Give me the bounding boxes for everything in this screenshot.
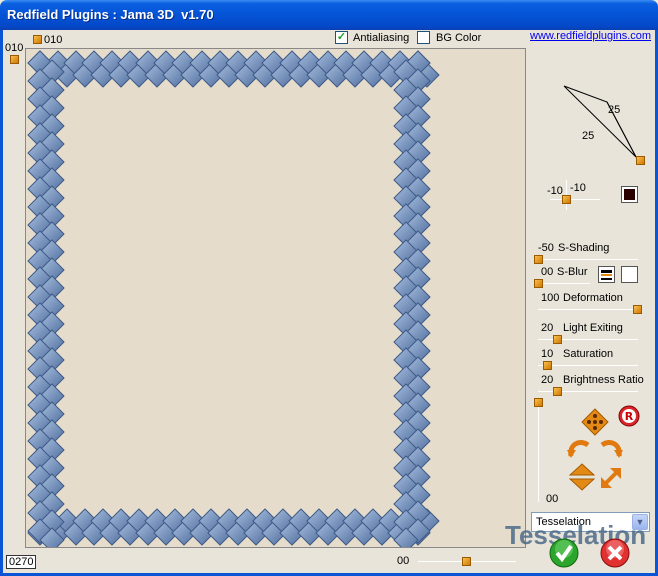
light-position-knob[interactable] — [562, 195, 571, 204]
website-link[interactable]: www.redfieldplugins.com — [530, 30, 651, 42]
light-x-value: -10 — [547, 185, 563, 197]
rotate-left-icon[interactable] — [566, 436, 594, 458]
vertical-slider-value: 00 — [546, 493, 559, 505]
blur-mode-icon[interactable] — [598, 266, 615, 283]
bottom-slider-knob[interactable] — [462, 557, 471, 566]
bg-color-checkbox[interactable] — [417, 31, 430, 44]
slider-deformation-value: 100 — [541, 292, 560, 304]
rotate-right-icon[interactable] — [596, 436, 624, 458]
blur-color-swatch[interactable] — [621, 266, 638, 283]
random-dice-icon[interactable] — [581, 408, 609, 436]
slider-brightness-ratio-knob[interactable] — [553, 387, 562, 396]
slider-s-blur-value: 00 — [541, 266, 554, 278]
slider-s-blur-label: S-Blur — [557, 266, 588, 278]
slider-deformation-track[interactable] — [538, 309, 640, 310]
slider-light-exiting-value: 20 — [541, 322, 554, 334]
slider-s-shading-knob[interactable] — [534, 255, 543, 264]
bg-color-label: BG Color — [436, 32, 482, 44]
window-frame-left — [0, 30, 3, 576]
left-offset-value: 010 — [5, 42, 24, 54]
window-title: Redfield Plugins : Jama 3D v1.70 — [7, 7, 214, 22]
slider-s-blur-track[interactable] — [538, 283, 590, 284]
vertical-slider-knob[interactable] — [534, 398, 543, 407]
slider-saturation-knob[interactable] — [543, 361, 552, 370]
bottom-slider-value: 00 — [397, 555, 410, 567]
antialiasing-checkbox[interactable]: ✓ — [335, 31, 348, 44]
light-x-track — [550, 199, 600, 200]
slider-saturation-label: Saturation — [563, 348, 614, 360]
ok-button[interactable] — [549, 538, 579, 568]
antialiasing-label: Antialiasing — [353, 32, 410, 44]
slider-s-blur-knob[interactable] — [534, 279, 543, 288]
slider-s-shading-value: -50 — [538, 242, 554, 254]
top-offset-knob[interactable] — [33, 35, 42, 44]
left-offset-knob[interactable] — [10, 55, 19, 64]
light-y-value: -10 — [570, 182, 586, 194]
geometry-side-b: 25 — [582, 130, 595, 142]
slider-s-shading-track[interactable] — [538, 259, 638, 260]
slider-deformation-knob[interactable] — [633, 305, 642, 314]
slider-brightness-ratio-label: Brightness Ratio — [563, 374, 644, 386]
cancel-button[interactable] — [600, 538, 630, 568]
slider-saturation-value: 10 — [541, 348, 554, 360]
slider-light-exiting-label: Light Exiting — [563, 322, 623, 334]
vertical-slider-track[interactable] — [538, 402, 539, 502]
svg-text:R: R — [625, 410, 634, 423]
slider-deformation-label: Deformation — [563, 292, 623, 304]
slider-light-exiting-knob[interactable] — [553, 335, 562, 344]
resize-diagonal-icon[interactable] — [599, 466, 623, 490]
light-color-swatch[interactable] — [621, 186, 638, 203]
top-offset-value: 010 — [44, 34, 63, 46]
bottom-left-value: 0270 — [6, 555, 37, 569]
slider-s-shading-label: S-Shading — [558, 242, 610, 254]
reset-icon[interactable]: R — [618, 405, 640, 427]
geometry-handle[interactable] — [636, 156, 645, 165]
geometry-side-a: 25 — [608, 104, 621, 116]
flip-vertical-icon[interactable] — [569, 463, 595, 491]
slider-brightness-ratio-value: 20 — [541, 374, 554, 386]
slider-saturation-track[interactable] — [538, 365, 638, 366]
title-bar[interactable]: Redfield Plugins : Jama 3D v1.70 — [0, 0, 658, 30]
frame-preview-image — [27, 50, 440, 547]
preview-canvas[interactable] — [25, 48, 526, 548]
